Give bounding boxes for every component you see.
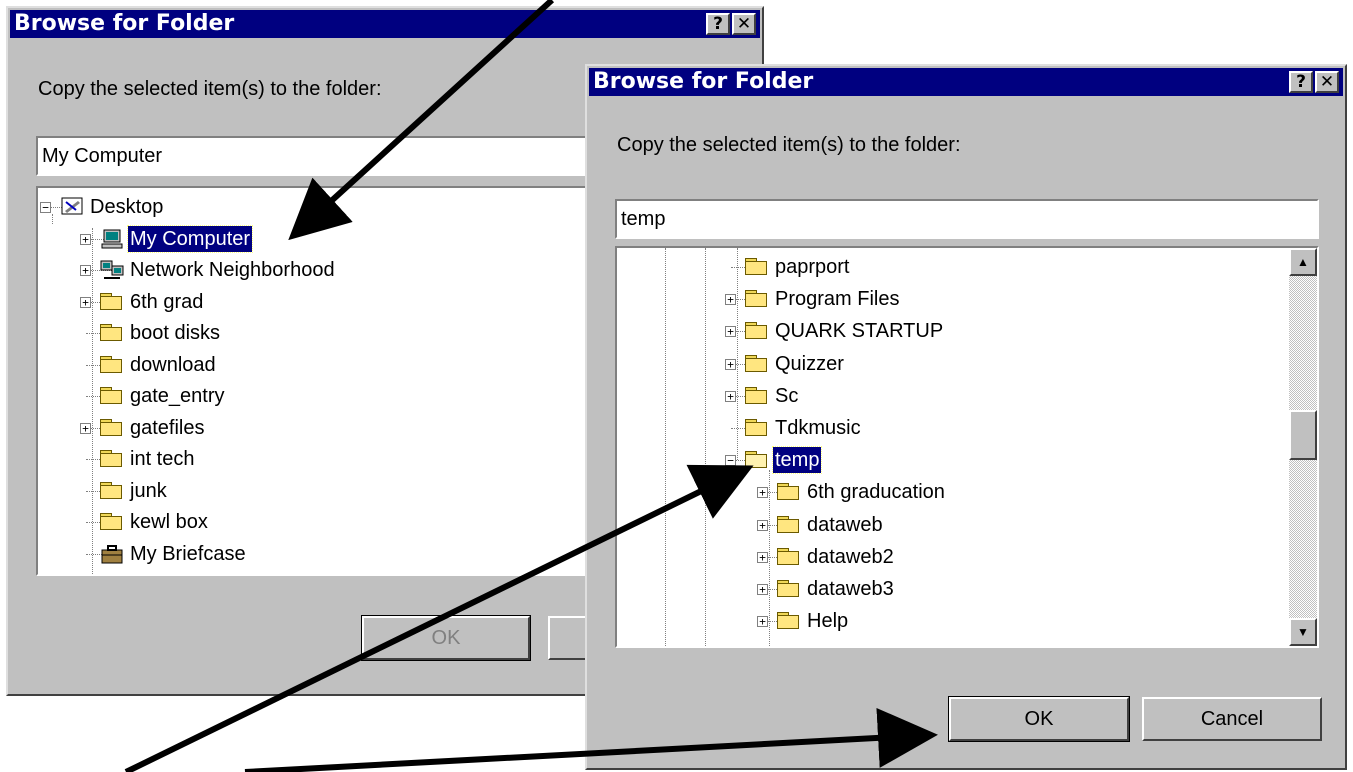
- arrow-to-temp-folder: [124, 464, 754, 772]
- annotation-arrows: [124, 0, 938, 772]
- arrow-to-my-computer: [288, 0, 555, 241]
- arrow-to-ok-button: [244, 707, 938, 772]
